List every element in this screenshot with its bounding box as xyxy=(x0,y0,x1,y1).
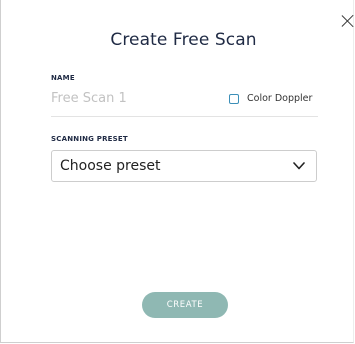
create-button[interactable]: CREATE xyxy=(142,292,228,318)
create-free-scan-dialog: Create Free Scan NAME Color Doppler SCAN… xyxy=(0,0,354,343)
color-doppler-toggle[interactable]: Color Doppler xyxy=(229,93,312,104)
color-doppler-checkbox[interactable] xyxy=(229,93,239,104)
scanning-preset-label: SCANNING PRESET xyxy=(51,135,128,143)
scanning-preset-select[interactable]: Choose preset xyxy=(51,150,317,182)
chevron-down-icon xyxy=(293,162,305,170)
scan-name-input[interactable] xyxy=(51,88,221,108)
dialog-title: Create Free Scan xyxy=(110,30,257,50)
scanning-preset-value: Choose preset xyxy=(60,158,161,174)
name-underline xyxy=(51,116,318,117)
close-icon[interactable] xyxy=(341,14,355,28)
color-doppler-label: Color Doppler xyxy=(247,93,313,104)
name-label: NAME xyxy=(51,74,75,82)
